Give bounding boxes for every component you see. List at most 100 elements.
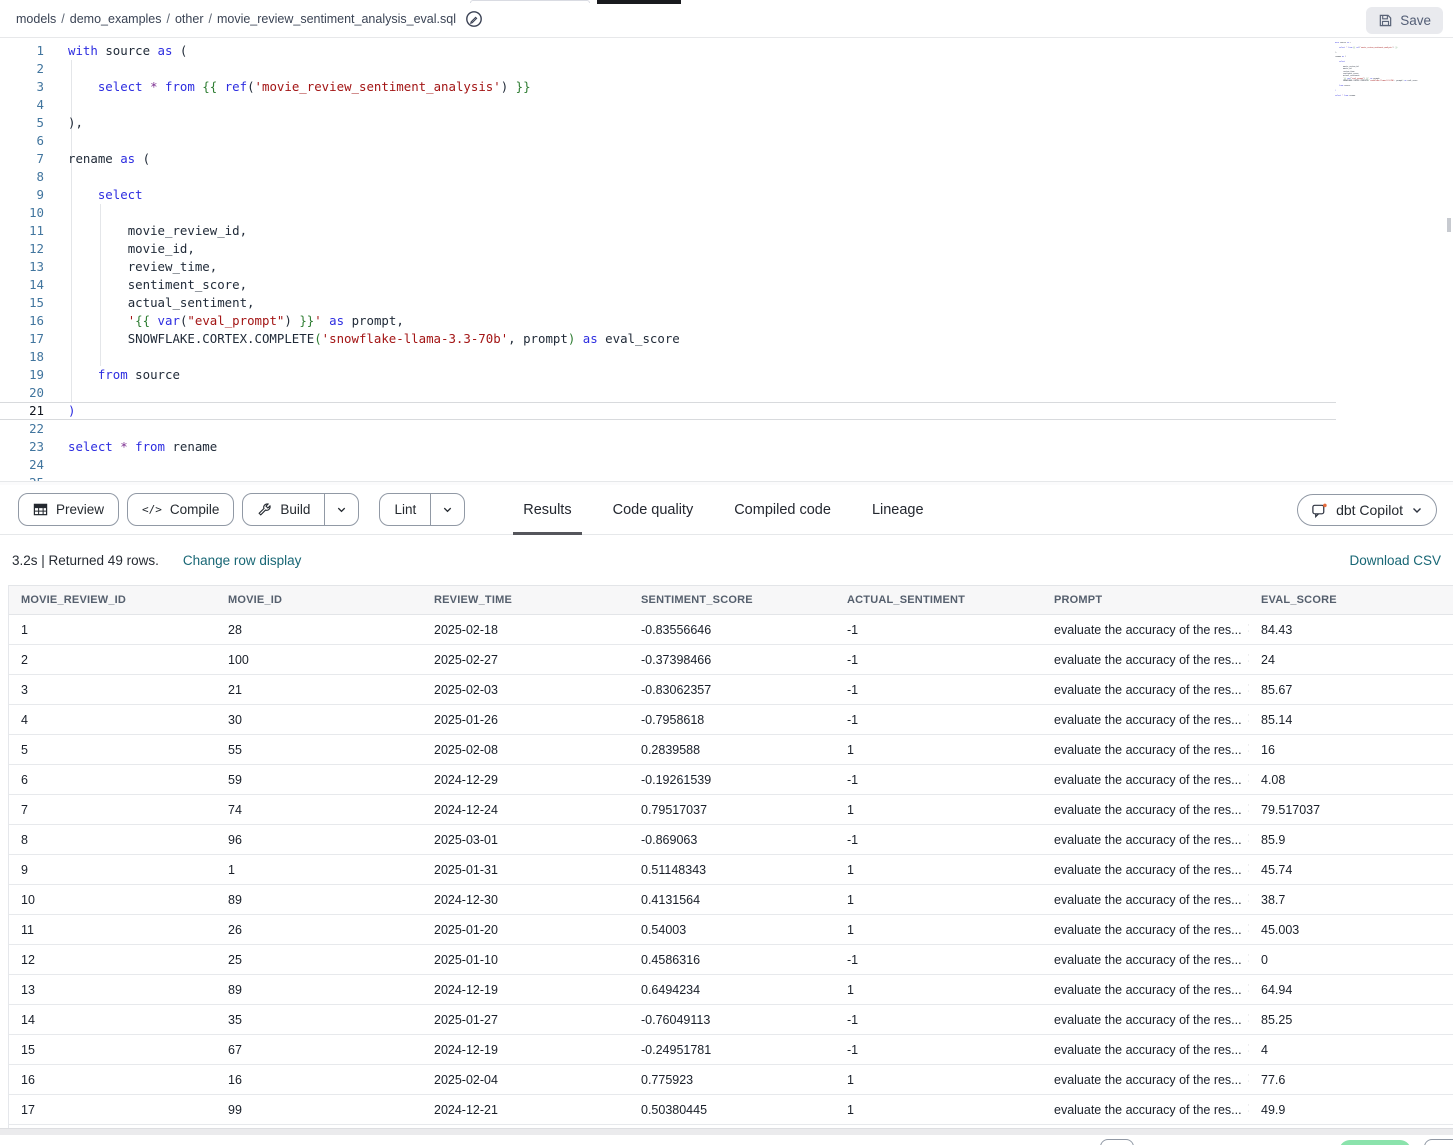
code-line[interactable]: 10 [0,204,1453,222]
column-header-actual_sentiment[interactable]: ACTUAL_SENTIMENT [835,586,1042,615]
column-header-review_time[interactable]: REVIEW_TIME [422,586,629,615]
prompt-expand-chevron-icon[interactable] [1247,833,1249,843]
bottom-partial-button[interactable] [1424,1139,1453,1145]
code-line[interactable]: 7rename as ( [0,150,1453,168]
code-line[interactable]: 20 [0,384,1453,402]
code-line[interactable]: 11 movie_review_id, [0,222,1453,240]
prompt-expand-chevron-icon[interactable] [1247,953,1249,963]
prompt-preview-text: evaluate the accuracy of the res... [1054,623,1242,637]
code-line[interactable]: 13 review_time, [0,258,1453,276]
table-row[interactable]: 13892024-12-190.64942341evaluate the acc… [9,975,1453,1005]
code-line[interactable]: 23select * from rename [0,438,1453,456]
breadcrumb-segment[interactable]: models [16,12,56,26]
tab-compiled-code[interactable]: Compiled code [732,485,833,535]
code-line[interactable]: 12 movie_id, [0,240,1453,258]
prompt-expand-chevron-icon[interactable] [1247,773,1249,783]
table-row[interactable]: 6592024-12-29-0.19261539-1evaluate the a… [9,765,1453,795]
code-line[interactable]: 14 sentiment_score, [0,276,1453,294]
column-header-prompt[interactable]: PROMPT [1042,586,1249,615]
prompt-expand-chevron-icon[interactable] [1247,1073,1249,1083]
download-csv-link[interactable]: Download CSV [1349,553,1441,568]
code-line[interactable]: 17 SNOWFLAKE.CORTEX.COMPLETE('snowflake-… [0,330,1453,348]
table-icon [33,502,48,517]
prompt-expand-chevron-icon[interactable] [1247,893,1249,903]
build-dropdown-chevron[interactable] [324,494,358,525]
prompt-cell: evaluate the accuracy of the res... [1042,1065,1249,1095]
prompt-expand-chevron-icon[interactable] [1247,683,1249,693]
breadcrumb-segment[interactable]: demo_examples [70,12,162,26]
horizontal-scrollbar[interactable] [0,1128,1453,1135]
table-row[interactable]: 12252025-01-100.4586316-1evaluate the ac… [9,945,1453,975]
code-text [44,384,68,402]
code-line[interactable]: 21) [0,402,1453,420]
sql-code-editor[interactable]: 1with source as (23 select * from {{ ref… [0,38,1453,481]
dbt-copilot-button[interactable]: dbt Copilot [1297,494,1437,526]
code-line[interactable]: 18 [0,348,1453,366]
breadcrumb-segment[interactable]: other [175,12,204,26]
column-header-movie_id[interactable]: MOVIE_ID [216,586,422,615]
bottom-bar [0,1135,1453,1145]
tab-results[interactable]: Results [521,485,573,535]
table-row[interactable]: 3212025-02-03-0.83062357-1evaluate the a… [9,675,1453,705]
prompt-expand-chevron-icon[interactable] [1247,653,1249,663]
code-line[interactable]: 9 select [0,186,1453,204]
prompt-expand-chevron-icon[interactable] [1247,1103,1249,1113]
preview-button[interactable]: Preview [18,493,119,526]
table-row[interactable]: 912025-01-310.511483431evaluate the accu… [9,855,1453,885]
code-line[interactable]: 3 select * from {{ ref('movie_review_sen… [0,78,1453,96]
code-line[interactable]: 5), [0,114,1453,132]
prompt-expand-chevron-icon[interactable] [1247,1013,1249,1023]
prompt-expand-chevron-icon[interactable] [1247,713,1249,723]
table-row[interactable]: 4302025-01-26-0.7958618-1evaluate the ac… [9,705,1453,735]
lint-button[interactable]: Lint [380,494,430,525]
table-row[interactable]: 1282025-02-18-0.83556646-1evaluate the a… [9,615,1453,645]
column-header-movie_review_id[interactable]: MOVIE_REVIEW_ID [9,586,216,615]
prompt-expand-chevron-icon[interactable] [1247,1043,1249,1053]
table-row[interactable]: 21002025-02-27-0.37398466-1evaluate the … [9,645,1453,675]
prompt-expand-chevron-icon[interactable] [1247,803,1249,813]
table-row[interactable]: 5552025-02-080.28395881evaluate the accu… [9,735,1453,765]
code-line[interactable]: 2 [0,60,1453,78]
eval-score-cell: 77.6 [1249,1065,1453,1095]
table-row[interactable]: 17992024-12-210.503804451evaluate the ac… [9,1095,1453,1125]
prompt-expand-chevron-icon[interactable] [1247,623,1249,633]
table-row[interactable]: 11262025-01-200.540031evaluate the accur… [9,915,1453,945]
code-line[interactable]: 25 [0,474,1453,481]
build-button[interactable]: Build [243,494,324,525]
editor-scrollbar[interactable] [1447,218,1451,232]
table-row[interactable]: 8962025-03-01-0.869063-1evaluate the acc… [9,825,1453,855]
save-button[interactable]: Save [1366,7,1443,34]
prompt-expand-chevron-icon[interactable] [1247,983,1249,993]
table-row[interactable]: 16162025-02-040.7759231evaluate the accu… [9,1065,1453,1095]
code-line[interactable]: 22 [0,420,1453,438]
code-line[interactable]: 24 [0,456,1453,474]
change-row-display-link[interactable]: Change row display [183,553,302,568]
prompt-expand-chevron-icon[interactable] [1247,923,1249,933]
column-header-eval_score[interactable]: EVAL_SCORE [1249,586,1453,615]
table-row[interactable]: 14352025-01-27-0.76049113-1evaluate the … [9,1005,1453,1035]
table-row[interactable]: 7742024-12-240.795170371evaluate the acc… [9,795,1453,825]
column-header-sentiment_score[interactable]: SENTIMENT_SCORE [629,586,835,615]
code-line[interactable]: 19 from source [0,366,1453,384]
lint-dropdown-chevron[interactable] [430,494,464,525]
table-row[interactable]: 10892024-12-300.41315641evaluate the acc… [9,885,1453,915]
bottom-green-pill[interactable] [1339,1140,1411,1145]
table-cell: -1 [835,765,1042,795]
editor-minimap[interactable]: with source as ( select * from {{ ref('m… [1333,42,1433,100]
prompt-cell: evaluate the accuracy of the res... [1042,825,1249,855]
prompt-expand-chevron-icon[interactable] [1247,863,1249,873]
prompt-expand-chevron-icon[interactable] [1247,743,1249,753]
code-line[interactable]: 15 actual_sentiment, [0,294,1453,312]
code-line[interactable]: 8 [0,168,1453,186]
code-line[interactable]: 4 [0,96,1453,114]
tab-lineage[interactable]: Lineage [870,485,926,535]
breadcrumb-segment[interactable]: movie_review_sentiment_analysis_eval.sql [217,12,456,26]
copilot-edit-icon[interactable] [464,9,484,29]
code-line[interactable]: 16 '{{ var("eval_prompt") }}' as prompt, [0,312,1453,330]
code-line[interactable]: 6 [0,132,1453,150]
table-row[interactable]: 15672024-12-19-0.24951781-1evaluate the … [9,1035,1453,1065]
code-line[interactable]: 1with source as ( [0,42,1453,60]
tab-code-quality[interactable]: Code quality [611,485,696,535]
compile-button[interactable]: </> Compile [127,493,234,526]
bottom-partial-button[interactable] [1100,1139,1134,1145]
